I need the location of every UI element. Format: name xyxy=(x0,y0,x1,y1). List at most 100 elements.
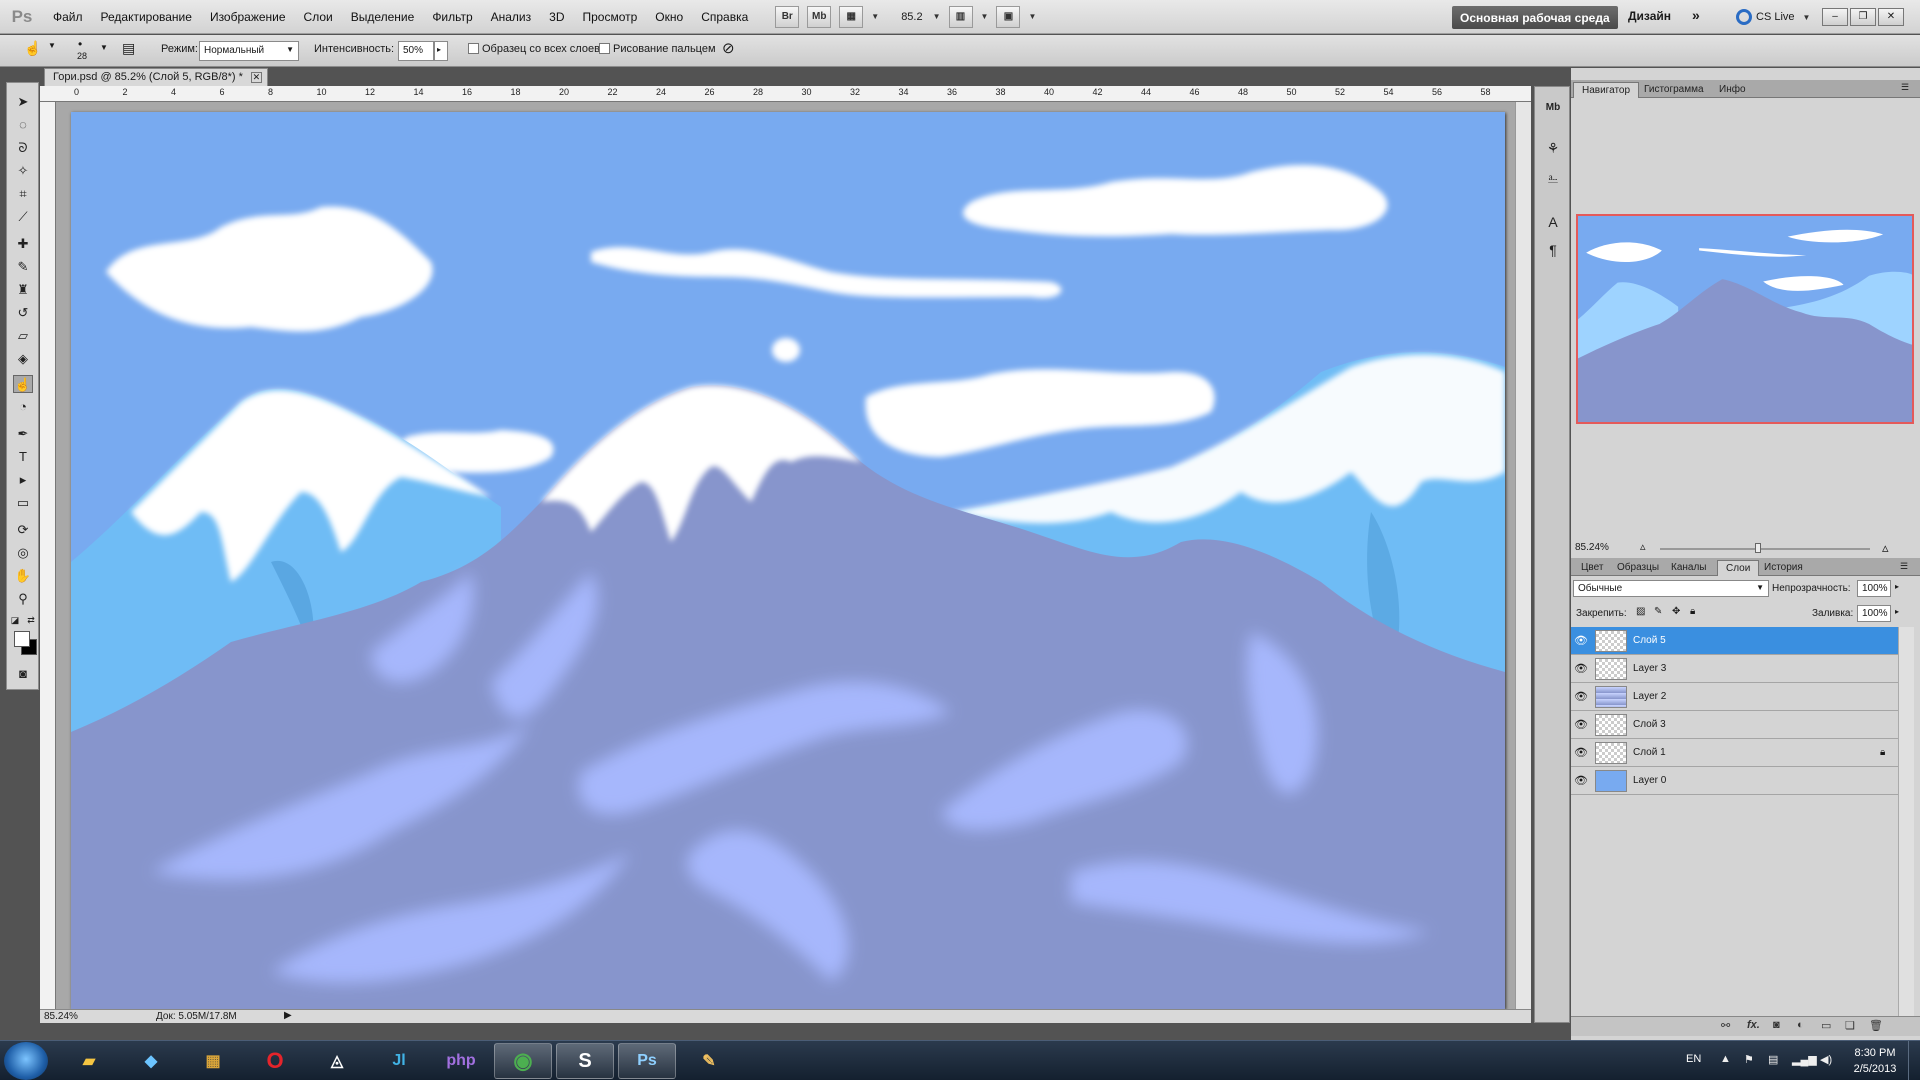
chevron-down-icon[interactable]: ▼ xyxy=(48,41,56,50)
brush-presets-icon[interactable]: ⚘ xyxy=(1541,137,1565,159)
panel-menu-icon[interactable]: ☰ xyxy=(1901,82,1909,93)
brush-preview-icon[interactable]: • xyxy=(78,37,82,51)
3d-orbit-tool-icon[interactable]: ◎ xyxy=(13,544,33,562)
tray-device-icon[interactable]: ▤ xyxy=(1768,1053,1778,1066)
arrange-documents-button[interactable]: ▥ xyxy=(948,5,973,28)
taskbar-winrar-icon[interactable]: ▦ xyxy=(184,1043,242,1079)
visibility-eye-icon[interactable]: 👁︎ xyxy=(1571,774,1591,787)
document-tab[interactable]: Гори.psd @ 85.2% (Слой 5, RGB/8*) * ✕ xyxy=(44,68,268,86)
visibility-eye-icon[interactable]: 👁︎ xyxy=(1571,662,1591,675)
minibridge-button[interactable]: Mb xyxy=(807,5,832,28)
tab-info[interactable]: Инфо xyxy=(1711,82,1754,98)
tab-layers[interactable]: Слои xyxy=(1717,560,1760,576)
hand-tool-icon[interactable]: ✋ xyxy=(13,567,33,585)
dodge-tool-icon[interactable]: ◔ xyxy=(13,398,33,416)
menu-image[interactable]: Изображение xyxy=(201,10,295,24)
menu-select[interactable]: Выделение xyxy=(342,10,424,24)
smudge-tool-icon[interactable]: ☝ xyxy=(24,40,41,57)
navigator-slider-knob[interactable] xyxy=(1755,543,1761,553)
clock-date[interactable]: 2/5/2013 xyxy=(1850,1063,1900,1075)
visibility-eye-icon[interactable]: 👁︎ xyxy=(1571,746,1591,759)
history-brush-tool-icon[interactable]: ↺ xyxy=(13,304,33,322)
lasso-tool-icon[interactable]: ᘐ xyxy=(13,139,33,157)
quick-selection-tool-icon[interactable]: ✧ xyxy=(13,162,33,180)
paragraph-panel-icon[interactable]: ¶ xyxy=(1541,239,1565,261)
navigator-thumbnail[interactable] xyxy=(1576,214,1914,424)
status-zoom[interactable]: 85.24% xyxy=(44,1011,78,1022)
clock-time[interactable]: 8:30 PM xyxy=(1850,1047,1900,1059)
chevron-down-icon[interactable]: ▼ xyxy=(100,43,108,52)
smudge-tool-icon[interactable]: ☝ xyxy=(13,375,33,393)
tab-navigator[interactable]: Навигатор xyxy=(1573,82,1640,98)
ruler-horizontal[interactable]: 0 2 4 6 8 10 12 14 16 18 20 22 24 26 28 30 32 34 36 38 40 42 4… xyxy=(40,86,1531,102)
chevron-down-icon[interactable]: ▼ xyxy=(933,12,941,21)
link-layers-icon[interactable]: ⚯ xyxy=(1721,1019,1730,1032)
start-button[interactable] xyxy=(4,1042,48,1080)
navigator-zoom-slider[interactable] xyxy=(1660,548,1870,550)
shape-tool-icon[interactable]: ▭ xyxy=(13,494,33,512)
menu-file[interactable]: Файл xyxy=(44,10,92,24)
default-colors-icon[interactable]: ◪ xyxy=(9,611,21,629)
zoom-in-icon[interactable]: ▵ xyxy=(1882,540,1889,556)
tray-volume-icon[interactable]: ◀) xyxy=(1820,1053,1832,1066)
eyedropper-tool-icon[interactable]: ⟋ xyxy=(13,208,33,226)
intensity-slider-button[interactable]: ▸ xyxy=(434,41,448,61)
add-mask-icon[interactable]: ◙ xyxy=(1773,1019,1780,1031)
fill-slider-icon[interactable]: ▸ xyxy=(1895,607,1899,616)
close-icon[interactable]: ✕ xyxy=(250,72,262,83)
zoom-tool-icon[interactable]: ⚲ xyxy=(13,590,33,608)
zoom-level[interactable]: 85.2 xyxy=(901,11,922,23)
healing-brush-tool-icon[interactable]: ✚ xyxy=(13,235,33,253)
new-layer-icon[interactable]: ❏ xyxy=(1845,1019,1855,1032)
show-desktop-button[interactable] xyxy=(1908,1041,1920,1080)
doc-info[interactable]: Док: 5.05M/17.8M xyxy=(156,1011,237,1022)
pressure-icon[interactable]: ⊘ xyxy=(722,39,735,57)
3d-rotate-tool-icon[interactable]: ⟳ xyxy=(13,521,33,539)
visibility-eye-icon[interactable]: 👁︎ xyxy=(1571,690,1591,703)
menu-help[interactable]: Справка xyxy=(692,10,757,24)
cs-live-button[interactable]: CS Live ▼ xyxy=(1736,9,1814,25)
quick-mask-icon[interactable]: ◙ xyxy=(13,665,33,683)
trash-icon[interactable]: 🗑︎ xyxy=(1869,1019,1883,1032)
minimize-button[interactable]: – xyxy=(1822,8,1848,26)
chevron-down-icon[interactable]: ▼ xyxy=(1028,12,1036,21)
screen-mode-button[interactable]: ▣ xyxy=(996,5,1021,28)
panel-menu-icon[interactable]: ☰ xyxy=(1900,561,1908,572)
layer-row[interactable]: 👁︎ Layer 2 xyxy=(1571,683,1898,711)
tab-swatches[interactable]: Образцы xyxy=(1609,560,1667,576)
fill-input[interactable]: 100% xyxy=(1857,605,1891,622)
gradient-tool-icon[interactable]: ◈ xyxy=(13,350,33,368)
tray-expand-icon[interactable]: ▲ xyxy=(1720,1053,1731,1065)
lock-all-icon[interactable]: 🔒︎ xyxy=(1690,606,1695,617)
mode-select[interactable]: Нормальный ▼ xyxy=(199,41,299,61)
character-panel-icon[interactable]: A xyxy=(1541,211,1565,233)
tab-histogram[interactable]: Гистограмма xyxy=(1636,82,1712,98)
lock-transparency-icon[interactable]: ▨ xyxy=(1636,606,1645,617)
close-button[interactable]: ✕ xyxy=(1878,8,1904,26)
move-tool-icon[interactable]: ➤ xyxy=(13,93,33,111)
layer-style-icon[interactable]: fx. xyxy=(1747,1019,1760,1031)
marquee-tool-icon[interactable]: ◌ xyxy=(13,116,33,134)
navigator-zoom[interactable]: 85.24% xyxy=(1575,542,1609,553)
brush-panel-icon[interactable]: ▤ xyxy=(122,40,135,57)
taskbar-jetbrains-icon[interactable]: Jl xyxy=(370,1043,428,1079)
taskbar-foobar-icon[interactable]: ◬ xyxy=(308,1043,366,1079)
intensity-input[interactable]: 50% xyxy=(398,41,434,61)
lock-pixels-icon[interactable]: ✎ xyxy=(1654,606,1662,617)
taskbar-skype-icon[interactable]: S xyxy=(556,1043,614,1079)
zoom-out-icon[interactable]: ▵ xyxy=(1640,540,1646,553)
menu-edit[interactable]: Редактирование xyxy=(92,10,201,24)
tab-channels[interactable]: Каналы xyxy=(1663,560,1715,576)
workspace-essentials-button[interactable]: Основная рабочая среда xyxy=(1452,6,1618,29)
lock-position-icon[interactable]: ✥ xyxy=(1672,606,1680,617)
clone-stamp-tool-icon[interactable]: ♜ xyxy=(13,281,33,299)
restore-button[interactable]: ❐ xyxy=(1850,8,1876,26)
chevron-down-icon[interactable]: ▼ xyxy=(981,12,989,21)
menu-window[interactable]: Окно xyxy=(646,10,692,24)
brush-tool-icon[interactable]: ✎ xyxy=(13,258,33,276)
taskbar-phpstorm-icon[interactable]: php xyxy=(432,1043,490,1079)
foreground-color-swatch[interactable] xyxy=(14,631,30,647)
ruler-vertical[interactable] xyxy=(40,102,56,1009)
eraser-tool-icon[interactable]: ▱ xyxy=(13,327,33,345)
menu-analysis[interactable]: Анализ xyxy=(482,10,541,24)
